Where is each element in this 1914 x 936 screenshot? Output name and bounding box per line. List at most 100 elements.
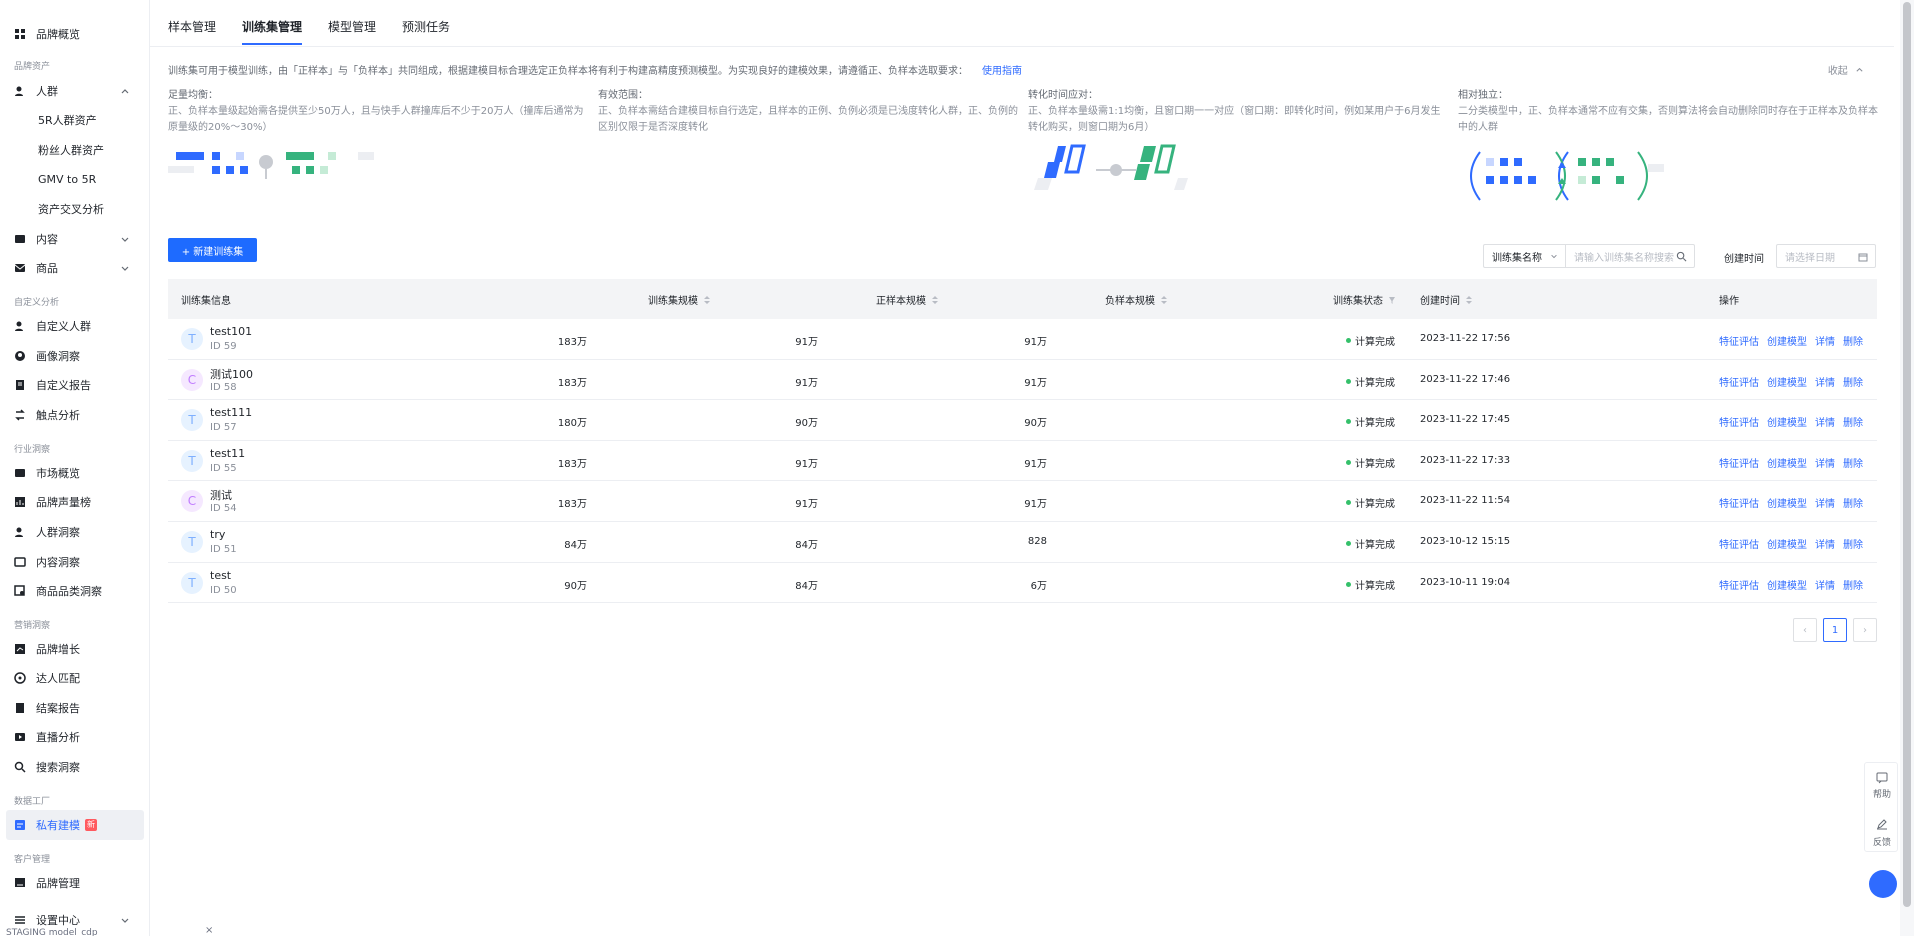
- collapse-button[interactable]: 收起: [1828, 62, 1864, 77]
- tab-predict[interactable]: 预测任务: [402, 18, 450, 45]
- detail-link[interactable]: 详情: [1815, 374, 1835, 389]
- col-time[interactable]: 创建时间: [1420, 292, 1473, 307]
- delete-link[interactable]: 删除: [1843, 495, 1863, 510]
- nav-kol[interactable]: 达人匹配: [14, 667, 144, 689]
- nav-brand-overview[interactable]: 品牌概览: [14, 23, 144, 45]
- nav-sub-fans[interactable]: 粉丝人群资产: [38, 140, 104, 160]
- detail-link[interactable]: 详情: [1815, 333, 1835, 348]
- nav-label: 达人匹配: [36, 672, 80, 685]
- nav-brand-manage[interactable]: 品牌管理: [14, 872, 144, 894]
- size-cell: 183万: [557, 499, 587, 511]
- prev-page-button[interactable]: ‹: [1793, 618, 1817, 642]
- pos-cell: 90万: [795, 418, 818, 430]
- training-set-id: ID 57: [210, 422, 237, 434]
- nav-crowd-insight[interactable]: 人群洞察: [14, 521, 144, 543]
- nav-label: 人群洞察: [36, 526, 80, 539]
- nav-private-modeling[interactable]: 私有建模 新: [14, 814, 144, 836]
- nav-portrait[interactable]: 画像洞察: [14, 345, 144, 367]
- nav-crowd[interactable]: 人群: [14, 80, 144, 102]
- date-picker[interactable]: 请选择日期: [1776, 244, 1876, 268]
- next-page-button[interactable]: ›: [1853, 618, 1877, 642]
- brand-icon: [14, 877, 26, 889]
- search-icon[interactable]: [1676, 251, 1687, 262]
- size-cell: 90万: [564, 580, 587, 592]
- delete-link[interactable]: 删除: [1843, 333, 1863, 348]
- help-icon[interactable]: [1876, 772, 1888, 784]
- nav-custom-crowd[interactable]: 自定义人群: [14, 315, 144, 337]
- feature-eval-link[interactable]: 特征评估: [1719, 374, 1759, 389]
- nav-search-insight[interactable]: 搜索洞察: [14, 756, 144, 778]
- delete-link[interactable]: 删除: [1843, 374, 1863, 389]
- neg-cell: 828: [1027, 535, 1047, 547]
- create-model-link[interactable]: 创建模型: [1767, 577, 1807, 592]
- delete-link[interactable]: 删除: [1843, 577, 1863, 592]
- feature-eval-link[interactable]: 特征评估: [1719, 455, 1759, 470]
- col-pos[interactable]: 正样本规模: [876, 292, 939, 307]
- guide-link[interactable]: 使用指南: [982, 66, 1022, 77]
- create-model-link[interactable]: 创建模型: [1767, 536, 1807, 551]
- status-dot: [1346, 459, 1351, 465]
- create-model-link[interactable]: 创建模型: [1767, 414, 1807, 429]
- filter-field-select[interactable]: 训练集名称: [1483, 244, 1565, 268]
- detail-link[interactable]: 详情: [1815, 455, 1835, 470]
- feature-eval-link[interactable]: 特征评估: [1719, 577, 1759, 592]
- delete-link[interactable]: 删除: [1843, 536, 1863, 551]
- feature-eval-link[interactable]: 特征评估: [1719, 536, 1759, 551]
- nav-sub-5r[interactable]: 5R人群资产: [38, 110, 97, 130]
- col-status[interactable]: 训练集状态: [1333, 292, 1396, 307]
- detail-link[interactable]: 详情: [1815, 414, 1835, 429]
- scrollbar-thumb[interactable]: [1903, 2, 1911, 907]
- nav-touchpoint[interactable]: 触点分析: [14, 404, 144, 426]
- nav-label: 品牌声量榜: [36, 496, 91, 509]
- env-label: STAGING model_cdp: [6, 928, 98, 936]
- nav-voice[interactable]: 品牌声量榜: [14, 491, 144, 513]
- nav-sub-cross[interactable]: 资产交叉分析: [38, 199, 104, 219]
- size-cell: 183万: [557, 377, 587, 389]
- new-training-set-button[interactable]: + 新建训练集: [168, 238, 257, 262]
- created-time: 2023-11-22 17:56: [1420, 333, 1511, 344]
- tab-model[interactable]: 模型管理: [328, 18, 376, 45]
- help-label[interactable]: 帮助: [1865, 787, 1899, 800]
- tab-training-set[interactable]: 训练集管理: [242, 18, 303, 45]
- nav-live[interactable]: 直播分析: [14, 726, 144, 748]
- row-actions: 特征评估 创建模型 详情 删除: [1719, 536, 1863, 551]
- delete-link[interactable]: 删除: [1843, 414, 1863, 429]
- feedback-label[interactable]: 反馈: [1865, 835, 1899, 848]
- detail-link[interactable]: 详情: [1815, 536, 1835, 551]
- feature-eval-link[interactable]: 特征评估: [1719, 495, 1759, 510]
- detail-link[interactable]: 详情: [1815, 495, 1835, 510]
- nav-market[interactable]: 市场概览: [14, 462, 144, 484]
- create-model-link[interactable]: 创建模型: [1767, 374, 1807, 389]
- pos-cell: 91万: [795, 458, 818, 470]
- nav-goods[interactable]: 商品: [14, 257, 144, 279]
- col-neg[interactable]: 负样本规模: [1105, 292, 1168, 307]
- nav-sub-gmv[interactable]: GMV to 5R: [38, 169, 96, 189]
- table-row: Ttest ID 50 90万 84万 6万 计算完成 2023-10-11 19:04 特征…: [168, 563, 1877, 604]
- col-size[interactable]: 训练集规模: [648, 292, 711, 307]
- create-model-link[interactable]: 创建模型: [1767, 455, 1807, 470]
- feature-eval-link[interactable]: 特征评估: [1719, 414, 1759, 429]
- nav-label: 自定义报告: [36, 379, 91, 392]
- nav-content[interactable]: 内容: [14, 228, 144, 250]
- feature-eval-link[interactable]: 特征评估: [1719, 333, 1759, 348]
- nav-content-insight[interactable]: 内容洞察: [14, 551, 144, 573]
- col-label: 负样本规模: [1105, 296, 1155, 307]
- create-model-link[interactable]: 创建模型: [1767, 495, 1807, 510]
- delete-link[interactable]: 删除: [1843, 455, 1863, 470]
- detail-link[interactable]: 详情: [1815, 577, 1835, 592]
- page-1-button[interactable]: 1: [1823, 618, 1847, 642]
- assistant-bot-icon[interactable]: [1869, 870, 1897, 898]
- search-input[interactable]: 请输入训练集名称搜索: [1565, 244, 1695, 268]
- create-model-link[interactable]: 创建模型: [1767, 333, 1807, 348]
- edit-icon[interactable]: [1876, 818, 1888, 830]
- col-label: 创建时间: [1420, 296, 1460, 307]
- env-close-icon[interactable]: ×: [205, 925, 213, 936]
- nav-goods-insight[interactable]: 商品品类洞察: [14, 580, 144, 602]
- nav-closing-report[interactable]: 结案报告: [14, 697, 144, 719]
- nav-label: 商品: [36, 262, 58, 275]
- tab-sample[interactable]: 样本管理: [168, 18, 216, 45]
- status-dot: [1346, 378, 1351, 384]
- card-text: 二分类模型中，正、负样本通常不应有交集，否则算法将会自动删除同时存在于正样本及负…: [1458, 106, 1878, 133]
- nav-growth[interactable]: 品牌增长: [14, 638, 144, 660]
- nav-custom-report[interactable]: 自定义报告: [14, 374, 144, 396]
